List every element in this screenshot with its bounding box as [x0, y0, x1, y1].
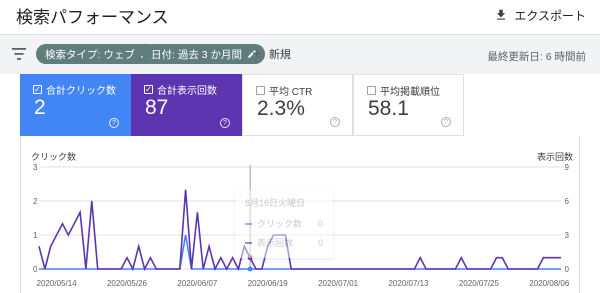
average-ctr-card[interactable]: 平均 CTR 2.3% ?: [242, 74, 353, 136]
tooltip-impressions-row: 表示回数 0: [245, 236, 323, 249]
checkbox-checked-icon[interactable]: ✓: [33, 85, 42, 94]
average-position-value: 58.1: [368, 97, 409, 120]
help-icon[interactable]: ?: [441, 117, 451, 127]
tooltip-date: 6月16日火曜日: [245, 198, 306, 208]
tooltip-clicks-label: クリック数: [257, 219, 303, 229]
x-tick-label: 2020/07/25: [459, 279, 500, 288]
x-tick-label: 2020/05/26: [107, 279, 148, 288]
average-position-card[interactable]: 平均掲載順位 58.1 ?: [353, 74, 464, 136]
checkbox-unchecked-icon[interactable]: [367, 86, 376, 95]
download-icon: [497, 9, 506, 20]
x-tick-label: 2020/06/07: [177, 279, 218, 288]
x-tick-label: 2020/07/01: [318, 279, 359, 288]
average-position-label-row: 平均掲載順位: [367, 83, 440, 98]
search-type-label: 検索タイプ: ウェブ: [45, 48, 135, 61]
search-type-chip[interactable]: 検索タイプ: ウェブ: [36, 44, 158, 64]
export-label: エクスポート: [514, 8, 586, 23]
filter-icon[interactable]: [12, 48, 26, 60]
average-ctr-label: 平均 CTR: [269, 87, 313, 98]
last-updated-text: 最終更新日: 6 時間前: [487, 51, 586, 63]
export-button[interactable]: エクスポート: [488, 3, 592, 27]
left-tick-label: 0: [33, 265, 38, 274]
date-range-chip[interactable]: 日付: 過去 3 か月間: [142, 44, 266, 64]
tooltip-clicks-value: 0: [317, 218, 323, 229]
new-filter-button[interactable]: + 新規: [252, 44, 291, 63]
total-clicks-label: 合計クリック数: [46, 86, 116, 97]
page-title: 検索パフォーマンス: [16, 8, 169, 27]
tooltip-impressions-label: 表示回数: [257, 238, 294, 248]
x-tick-label: 2020/07/13: [388, 279, 429, 288]
tooltip-impressions-value: 0: [317, 237, 323, 248]
total-impressions-card[interactable]: ✓ 合計表示回数 87 ?: [131, 74, 242, 136]
total-clicks-card[interactable]: ✓ 合計クリック数 2 ?: [20, 74, 131, 136]
performance-chart[interactable]: クリック数 表示回数 3 9 2 6 1 3 0 0 2020/05/14 2020/05/26 2…: [20, 136, 580, 293]
right-tick-label: 9: [565, 163, 570, 172]
metric-cards: ✓ 合計クリック数 2 ? ✓ 合計表示回数 87 ? 平均 CTR 2.3% …: [20, 74, 464, 136]
x-tick-label: 2020/06/19: [248, 279, 289, 288]
new-filter-label: 新規: [268, 49, 291, 61]
total-clicks-value: 2: [34, 96, 46, 119]
left-tick-label: 3: [33, 163, 38, 172]
right-tick-label: 3: [565, 231, 570, 240]
average-ctr-value: 2.3%: [257, 97, 305, 120]
help-icon[interactable]: ?: [109, 118, 119, 128]
plus-icon: +: [252, 44, 262, 63]
filter-bar: 検索タイプ: ウェブ 日付: 過去 3 か月間 + 新規 最終更新日: 6 時間…: [0, 34, 600, 74]
impressions-swatch: [245, 241, 252, 244]
total-impressions-label-row: ✓ 合計表示回数: [144, 82, 217, 97]
chart-tooltip: 6月16日火曜日 クリック数 0 表示回数 0: [235, 190, 333, 258]
clicks-hover-dot: [247, 266, 253, 272]
right-tick-label: 6: [565, 197, 570, 206]
total-impressions-label: 合計表示回数: [157, 86, 217, 97]
right-tick-label: 0: [565, 265, 570, 274]
top-bar: 検索パフォーマンス エクスポート: [0, 0, 600, 34]
clicks-swatch: [245, 222, 252, 225]
total-clicks-label-row: ✓ 合計クリック数: [33, 82, 116, 97]
checkbox-checked-icon[interactable]: ✓: [144, 85, 153, 94]
x-tick-label: 2020/08/06: [529, 279, 570, 288]
date-range-label: 日付: 過去 3 か月間: [151, 48, 243, 61]
average-position-label: 平均掲載順位: [380, 87, 440, 98]
left-tick-label: 1: [33, 231, 38, 240]
help-icon[interactable]: ?: [220, 118, 230, 128]
total-impressions-value: 87: [145, 96, 169, 119]
checkbox-unchecked-icon[interactable]: [256, 86, 265, 95]
left-tick-label: 2: [33, 197, 38, 206]
average-ctr-label-row: 平均 CTR: [256, 83, 312, 98]
x-tick-label: 2020/05/14: [37, 279, 78, 288]
help-icon[interactable]: ?: [330, 117, 340, 127]
tooltip-clicks-row: クリック数 0: [245, 217, 323, 230]
